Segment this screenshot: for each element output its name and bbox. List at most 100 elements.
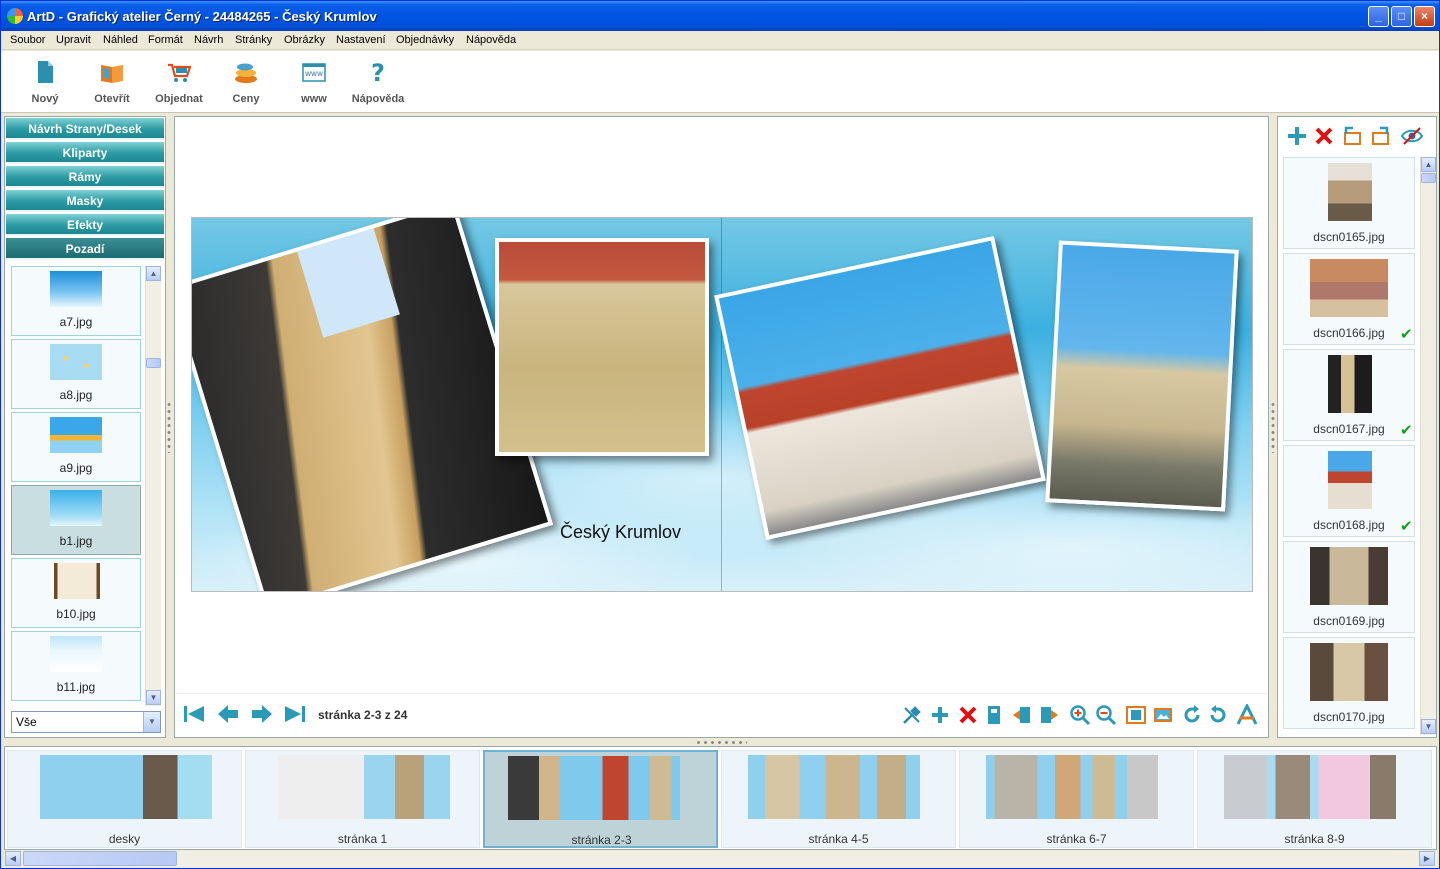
maximize-button[interactable]: □ [1391, 6, 1412, 27]
scroll-down-icon[interactable]: ▼ [1421, 719, 1436, 734]
preview-eye-icon[interactable] [1401, 125, 1423, 147]
photo-frame-facade[interactable] [495, 238, 709, 456]
menu-obrazky[interactable]: Obrázky [284, 34, 325, 46]
fit-page-icon[interactable] [1125, 704, 1147, 726]
move-page-right-icon[interactable] [1038, 704, 1060, 726]
rotate-photo-left-icon[interactable] [1342, 125, 1364, 147]
filmstrip-page[interactable]: stránka 1 [245, 750, 480, 848]
menu-napoveda[interactable]: Nápověda [466, 34, 516, 46]
background-thumbnail [54, 563, 100, 599]
zoom-in-icon[interactable] [1069, 704, 1091, 726]
background-item[interactable]: b11.jpg [11, 631, 141, 701]
photo-item[interactable]: dscn0169.jpg [1283, 541, 1415, 633]
rotate-right-icon[interactable] [1207, 704, 1229, 726]
left-splitter[interactable] [167, 401, 171, 453]
photo-item[interactable]: dscn0168.jpg ✔ [1283, 445, 1415, 537]
page-label: stránka 8-9 [1284, 832, 1345, 846]
category-masks[interactable]: Masky [6, 190, 164, 212]
scroll-left-icon[interactable]: ◀ [5, 851, 21, 866]
photo-thumbnail [1328, 355, 1372, 413]
prices-button[interactable]: Ceny [216, 55, 276, 109]
photo-item[interactable]: dscn0167.jpg ✔ [1283, 349, 1415, 441]
spread-caption[interactable]: Český Krumlov [560, 522, 681, 543]
background-name: b1.jpg [59, 534, 93, 548]
close-button[interactable]: × [1414, 6, 1435, 27]
image-fit-icon[interactable] [1152, 704, 1174, 726]
filmstrip-page[interactable]: stránka 4-5 [721, 750, 956, 848]
next-page-icon[interactable] [250, 703, 274, 725]
page-label: desky [108, 832, 141, 846]
background-item[interactable]: b1.jpg [11, 485, 141, 555]
page-label: stránka 1 [337, 832, 388, 846]
menu-nastaveni[interactable]: Nastavení [336, 34, 386, 46]
delete-icon[interactable] [957, 704, 979, 726]
page-indicator: stránka 2-3 z 24 [318, 708, 408, 722]
photo-item[interactable]: dscn0170.jpg [1283, 637, 1415, 729]
photo-item[interactable]: dscn0165.jpg [1283, 157, 1415, 249]
filmstrip-page[interactable]: stránka 6-7 [959, 750, 1194, 848]
scroll-up-icon[interactable]: ▲ [1421, 157, 1436, 172]
menu-upravit[interactable]: Upravit [56, 34, 91, 46]
previous-page-icon[interactable] [216, 703, 240, 725]
order-button[interactable]: Objednat [149, 55, 209, 109]
background-name: a8.jpg [59, 388, 93, 402]
menu-format[interactable]: Formát [148, 34, 183, 46]
scroll-down-icon[interactable]: ▼ [146, 690, 161, 705]
text-tool-icon[interactable] [1236, 704, 1258, 726]
rotate-photo-right-icon[interactable] [1370, 125, 1392, 147]
photo-item[interactable]: dscn0166.jpg ✔ [1283, 253, 1415, 345]
category-backgrounds[interactable]: Pozadí [6, 238, 164, 260]
tools-icon[interactable] [901, 704, 923, 726]
background-item[interactable]: a8.jpg [11, 339, 141, 409]
add-photo-icon[interactable] [1286, 125, 1308, 147]
scroll-thumb[interactable] [146, 358, 161, 368]
filmstrip-scrollbar[interactable]: ◀ ▶ [5, 851, 1437, 867]
new-button[interactable]: Nový [15, 55, 75, 109]
background-item[interactable]: b10.jpg [11, 558, 141, 628]
photo-frame-castle[interactable] [1045, 240, 1239, 512]
page-icon[interactable] [983, 704, 1005, 726]
scroll-thumb[interactable] [1421, 173, 1436, 183]
rotate-left-icon[interactable] [1181, 704, 1203, 726]
menu-soubor[interactable]: Soubor [10, 34, 45, 46]
chevron-down-icon[interactable]: ▼ [143, 712, 160, 732]
move-page-left-icon[interactable] [1011, 704, 1033, 726]
open-button[interactable]: Otevřít [82, 55, 142, 109]
photo-list-scrollbar[interactable]: ▲ ▼ [1420, 157, 1436, 735]
last-page-icon[interactable] [283, 703, 307, 725]
background-filter-select[interactable]: Vše ▼ [11, 711, 161, 733]
background-item[interactable]: a9.jpg [11, 412, 141, 482]
www-button[interactable]: WWW www [284, 55, 344, 109]
background-list-scrollbar[interactable]: ▲ ▼ [145, 266, 161, 706]
menu-stranky[interactable]: Stránky [235, 34, 272, 46]
right-splitter[interactable] [1271, 401, 1275, 453]
photo-name: dscn0165.jpg [1313, 230, 1385, 244]
category-frames[interactable]: Rámy [6, 166, 164, 188]
background-thumbnail [50, 271, 102, 307]
menu-bar: Soubor Upravit Náhled Formát Návrh Strán… [1, 31, 1439, 50]
category-page-design[interactable]: Návrh Strany/Desek [6, 118, 164, 140]
category-cliparts[interactable]: Kliparty [6, 142, 164, 164]
scroll-thumb[interactable] [23, 851, 177, 866]
zoom-out-icon[interactable] [1095, 704, 1117, 726]
scroll-up-icon[interactable]: ▲ [146, 266, 161, 281]
main-toolbar: Nový Otevřít Objednat Ceny WWW www ? Náp… [1, 51, 1439, 113]
filmstrip-page[interactable]: stránka 8-9 [1197, 750, 1432, 848]
category-effects[interactable]: Efekty [6, 214, 164, 236]
add-icon[interactable] [929, 704, 951, 726]
scroll-right-icon[interactable]: ▶ [1419, 851, 1435, 866]
menu-nahled[interactable]: Náhled [103, 34, 138, 46]
help-button[interactable]: ? Nápověda [348, 55, 408, 109]
background-item[interactable]: a7.jpg [11, 266, 141, 336]
menu-objednavky[interactable]: Objednávky [396, 34, 454, 46]
first-page-icon[interactable] [182, 703, 206, 725]
horizontal-splitter-grip[interactable] [695, 740, 747, 745]
page-spread[interactable]: Český Krumlov [191, 217, 1253, 592]
filmstrip-page-selected[interactable]: stránka 2-3 [483, 750, 718, 848]
filmstrip-page[interactable]: desky [7, 750, 242, 848]
open-button-label: Otevřít [94, 93, 130, 105]
minimize-button[interactable]: _ [1368, 6, 1389, 27]
remove-photo-icon[interactable] [1313, 125, 1335, 147]
menu-navrh[interactable]: Návrh [194, 34, 223, 46]
title-bar[interactable]: ArtD - Grafický atelier Černý - 24484265… [1, 1, 1439, 31]
